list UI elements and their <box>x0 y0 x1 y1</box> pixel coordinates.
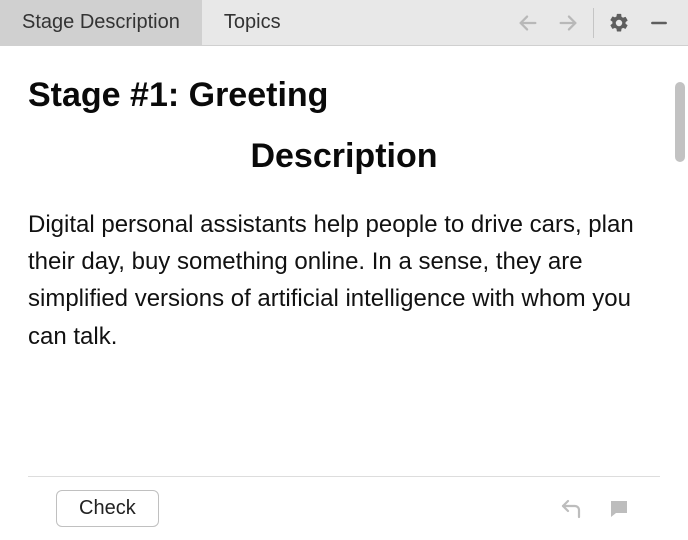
gear-icon[interactable] <box>604 8 634 38</box>
check-button-label: Check <box>79 497 136 519</box>
content-area: Stage #1: Greeting Description Digital p… <box>0 46 688 476</box>
tab-controls <box>513 8 688 38</box>
section-heading: Description <box>28 137 660 176</box>
page-title: Stage #1: Greeting <box>28 76 660 115</box>
tab-stage-description[interactable]: Stage Description <box>0 0 202 46</box>
scrollbar-thumb[interactable] <box>675 82 685 162</box>
tab-label: Topics <box>224 11 281 34</box>
divider <box>593 8 594 38</box>
footer-icons <box>558 496 632 522</box>
tab-bar: Stage Description Topics <box>0 0 688 46</box>
footer-bar: Check <box>28 476 660 540</box>
back-icon[interactable] <box>513 8 543 38</box>
forward-icon[interactable] <box>553 8 583 38</box>
check-button[interactable]: Check <box>56 490 159 527</box>
comment-icon[interactable] <box>606 496 632 522</box>
tab-label: Stage Description <box>22 11 180 34</box>
minimize-icon[interactable] <box>644 8 674 38</box>
undo-icon[interactable] <box>558 496 584 522</box>
description-text: Digital personal assistants help people … <box>28 206 660 355</box>
tab-topics[interactable]: Topics <box>202 0 303 46</box>
